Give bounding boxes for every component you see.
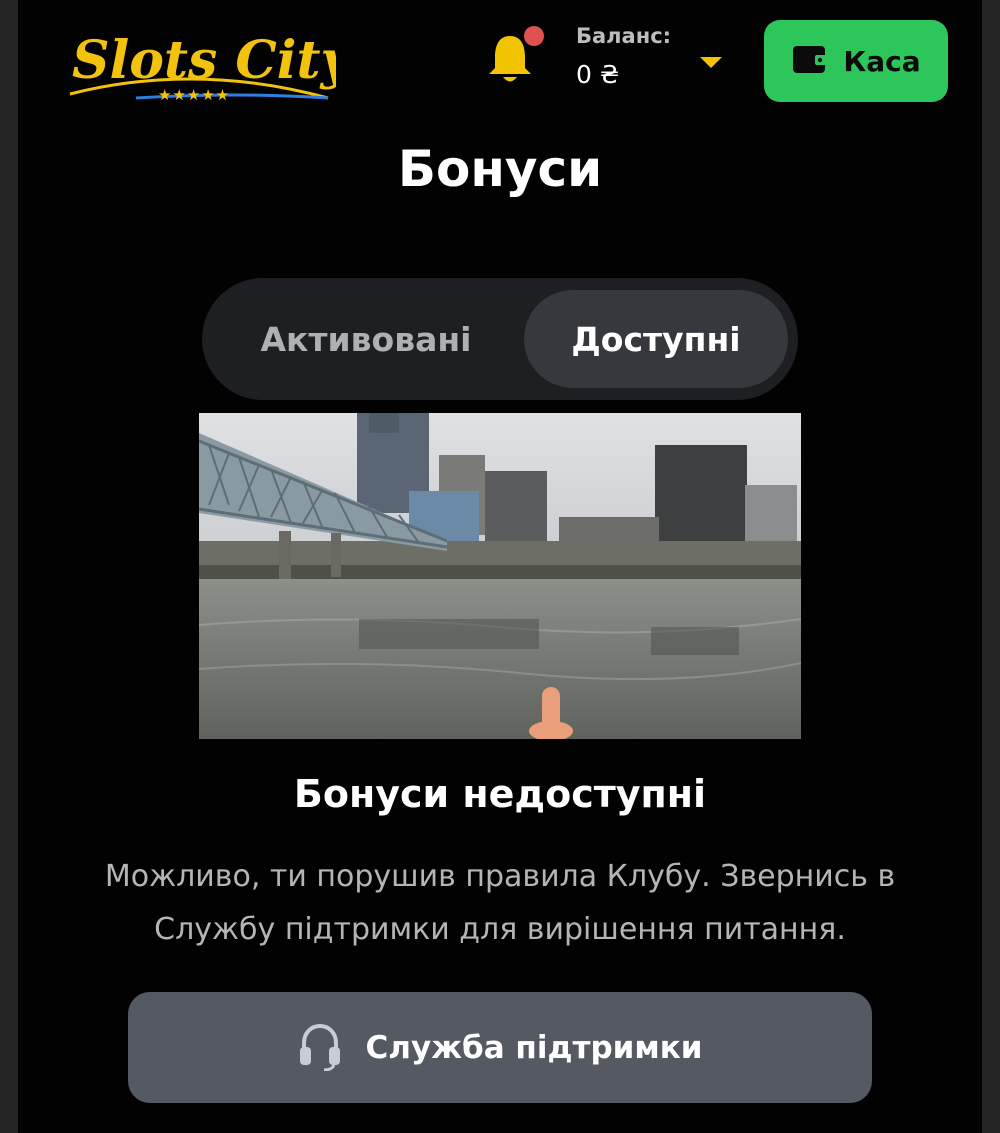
caret-down-icon[interactable] bbox=[696, 48, 726, 78]
empty-state-illustration bbox=[199, 413, 801, 739]
cashier-button[interactable]: Каса bbox=[764, 20, 948, 102]
balance-value: 0 ₴ bbox=[576, 60, 620, 89]
empty-state-description: Можливо, ти порушив правила Клубу. Зверн… bbox=[104, 859, 896, 947]
notification-badge bbox=[524, 26, 544, 46]
cashier-label: Каса bbox=[843, 44, 921, 78]
empty-state-title: Бонуси недоступні bbox=[293, 772, 707, 816]
support-button[interactable]: Служба підтримки bbox=[128, 992, 872, 1103]
balance-label: Баланс: bbox=[576, 24, 672, 48]
tab-available[interactable]: Доступні bbox=[524, 290, 788, 388]
slots-city-logo[interactable]: Slots City ★★★★★ bbox=[66, 18, 355, 108]
page-title: Бонуси bbox=[397, 140, 603, 198]
tab-activated[interactable]: Активовані bbox=[216, 290, 516, 388]
logo-stars: ★★★★★ bbox=[158, 86, 230, 104]
logo-text: Slots City bbox=[72, 30, 336, 91]
support-label: Служба підтримки bbox=[365, 1029, 703, 1066]
headset-icon bbox=[298, 1021, 342, 1075]
wallet-icon bbox=[791, 42, 829, 80]
bonus-tabs: Активовані Доступні bbox=[202, 278, 798, 400]
